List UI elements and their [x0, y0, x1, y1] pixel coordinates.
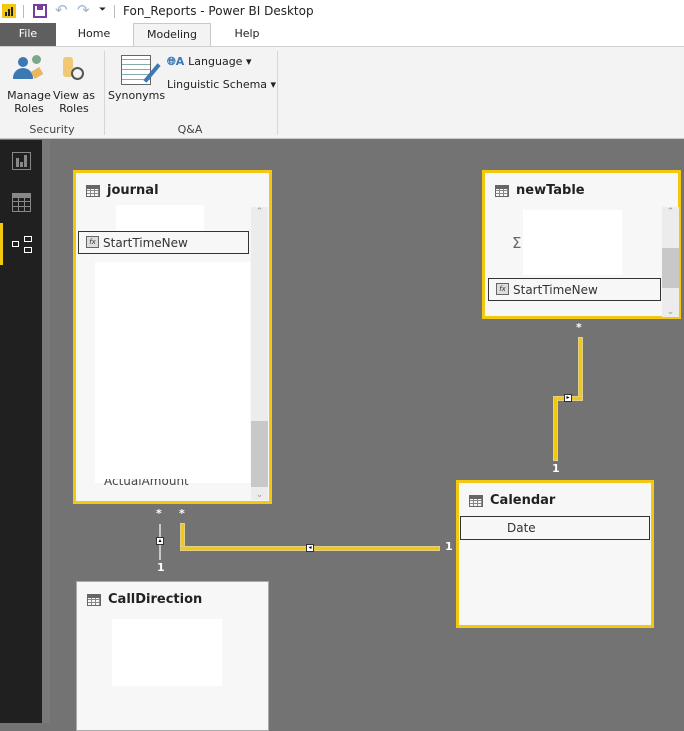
- table-card-calendar[interactable]: Calendar Date: [456, 480, 654, 628]
- cardinality-one: 1: [445, 540, 453, 553]
- table-icon: [86, 184, 100, 197]
- synonyms-icon: [121, 55, 161, 85]
- table-name: journal: [107, 183, 159, 198]
- tab-help[interactable]: Help: [222, 23, 272, 47]
- view-as-roles-button[interactable]: View as Roles: [52, 55, 96, 115]
- filter-direction-arrow-icon: ▸: [564, 394, 572, 402]
- table-name: Calendar: [490, 493, 556, 508]
- table-icon: [495, 184, 509, 197]
- window-title: Fon_Reports - Power BI Desktop: [123, 4, 314, 18]
- filter-direction-arrow-icon: ◂: [306, 544, 314, 552]
- tab-modeling[interactable]: Modeling: [133, 23, 211, 48]
- view-rail: [0, 140, 42, 723]
- cardinality-many: *: [576, 321, 582, 334]
- table-card-newtable[interactable]: newTable Σ fx StartTimeNew ⌃ ⌄: [482, 170, 681, 319]
- manage-roles-icon: [12, 55, 46, 85]
- relationships-view-icon[interactable]: [12, 236, 32, 254]
- ribbon-tabs: File Home Modeling Help: [0, 23, 684, 48]
- field-date[interactable]: Date: [460, 516, 650, 540]
- linguistic-schema-dropdown[interactable]: Linguistic Schema ▾: [167, 78, 276, 91]
- cardinality-one: 1: [552, 462, 560, 475]
- measure-sigma-icon: Σ: [512, 234, 522, 252]
- field-starttimenew[interactable]: fx StartTimeNew: [78, 231, 249, 254]
- language-icon: 🌐︎A: [167, 55, 189, 68]
- cardinality-many: *: [156, 507, 162, 520]
- cardinality-one: 1: [157, 561, 165, 574]
- view-as-roles-icon: [59, 55, 89, 85]
- table-name: newTable: [516, 183, 585, 198]
- calculated-column-icon: fx: [496, 283, 509, 295]
- customize-toolbar-icon[interactable]: ⏷: [99, 5, 106, 15]
- language-dropdown[interactable]: 🌐︎A Language ▾: [167, 55, 251, 68]
- field-starttimenew[interactable]: fx StartTimeNew: [488, 278, 661, 301]
- field-actualamount[interactable]: ActualAmount: [104, 479, 189, 491]
- synonyms-button[interactable]: Synonyms: [108, 55, 165, 103]
- powerbi-logo-icon: [2, 4, 16, 18]
- redo-icon[interactable]: ↷: [77, 1, 90, 19]
- report-view-icon[interactable]: [12, 152, 31, 170]
- tab-file[interactable]: File: [0, 23, 56, 47]
- table-name: CallDirection: [108, 592, 203, 607]
- qa-group-label: Q&A: [177, 123, 203, 136]
- data-view-icon[interactable]: [12, 193, 31, 212]
- manage-roles-button[interactable]: Manage Roles: [4, 55, 54, 115]
- table-icon: [469, 494, 483, 507]
- relationships-view-active-indicator: [0, 223, 3, 265]
- table-icon: [87, 593, 101, 606]
- undo-icon[interactable]: ↶: [55, 1, 68, 19]
- security-group-label: Security: [29, 123, 75, 136]
- ribbon: Manage Roles View as Roles Security Syno…: [0, 46, 684, 139]
- table-card-journal[interactable]: journal fx StartTimeNew ActualAmount ⌃ ⌄: [73, 170, 272, 504]
- scrollbar[interactable]: ⌃ ⌄: [662, 207, 679, 317]
- filter-direction-arrow-icon: ▴: [156, 537, 164, 545]
- cardinality-many: *: [179, 507, 185, 520]
- scrollbar[interactable]: ⌃ ⌄: [251, 207, 268, 500]
- title-bar: ↶ ↷ ⏷ Fon_Reports - Power BI Desktop: [0, 0, 684, 23]
- table-card-calldirection[interactable]: CallDirection: [76, 581, 269, 731]
- save-icon[interactable]: [33, 4, 47, 18]
- calculated-column-icon: fx: [86, 236, 99, 248]
- tab-home[interactable]: Home: [64, 23, 124, 47]
